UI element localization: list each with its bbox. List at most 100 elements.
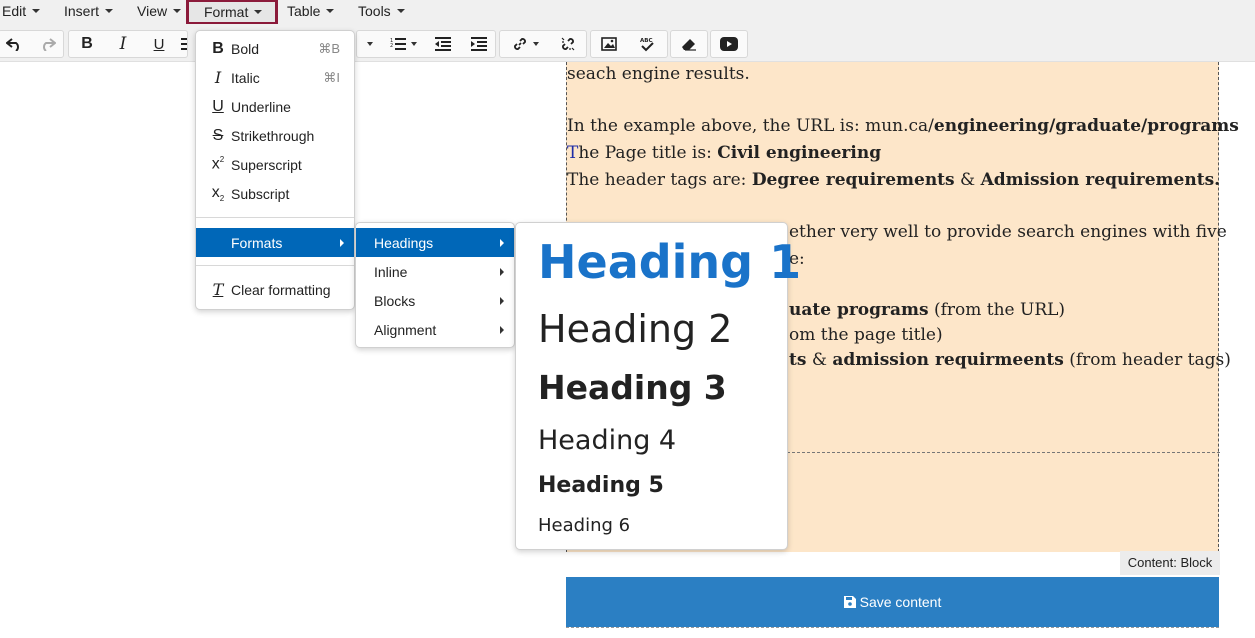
menu-table[interactable]: Table (287, 0, 335, 24)
chevron-down-icon (396, 9, 405, 14)
menu-item-heading-1[interactable]: Heading 1 (538, 235, 801, 289)
spellcheck-icon: ABC (640, 38, 654, 52)
menu-insert[interactable]: Insert (64, 0, 114, 24)
spellcheck-button[interactable]: ABC (633, 31, 661, 57)
subscript-icon: x2 (211, 183, 225, 204)
content-block-label: Content: Block (1120, 551, 1220, 575)
menu-item-heading-4[interactable]: Heading 4 (538, 425, 676, 456)
chevron-right-icon (500, 325, 504, 334)
formats-submenu: Headings Inline Blocks Alignment (355, 222, 515, 348)
strikethrough-icon: S (212, 126, 224, 144)
menu-item-underline[interactable]: U Underline (196, 92, 354, 121)
menu-item-heading-2[interactable]: Heading 2 (538, 307, 732, 351)
menu-item-clear-formatting[interactable]: T Clear formatting (196, 275, 354, 304)
link-button[interactable] (504, 31, 546, 57)
toolbar-group-video (710, 30, 748, 58)
menu-separator (196, 265, 354, 266)
redo-icon (43, 38, 56, 51)
align-icon (181, 38, 187, 50)
svg-text:ABC: ABC (640, 38, 653, 44)
eraser-button[interactable] (675, 31, 703, 57)
chevron-down-icon (173, 9, 182, 14)
save-content-button[interactable]: Save content (566, 577, 1219, 627)
outdent-button[interactable] (429, 31, 457, 57)
italic-icon: I (214, 68, 222, 87)
toolbar-group-clear (670, 30, 708, 58)
menu-item-heading-5[interactable]: Heading 5 (538, 473, 664, 498)
redo-button[interactable] (35, 31, 61, 57)
link-icon (513, 38, 526, 50)
underline-button[interactable]: U (145, 31, 173, 57)
bold-button[interactable]: B (73, 31, 101, 57)
content-line: uate programs (from the URL) (789, 300, 1066, 320)
unlink-icon (561, 37, 575, 51)
content-line: ether very well to provide search engine… (789, 222, 1227, 242)
menu-item-blocks[interactable]: Blocks (356, 286, 514, 315)
menu-view[interactable]: View (137, 0, 182, 24)
numbered-list-icon: 12 (390, 38, 406, 50)
bullet-list-dropdown[interactable] (359, 31, 375, 57)
menu-item-heading-6[interactable]: Heading 6 (538, 515, 630, 536)
content-line: seach engine results. (567, 64, 750, 84)
underline-icon: U (153, 35, 165, 53)
italic-button[interactable]: I (109, 31, 137, 57)
image-button[interactable] (595, 31, 623, 57)
chevron-down-icon (105, 9, 114, 14)
save-icon (843, 596, 856, 608)
bold-icon: B (81, 35, 93, 52)
numbered-list-button[interactable]: 12 (383, 31, 423, 57)
bullet-list-icon (366, 42, 373, 46)
menu-item-strikethrough[interactable]: S Strikethrough (196, 121, 354, 150)
unlink-button[interactable] (554, 31, 582, 57)
superscript-icon: x2 (211, 155, 225, 173)
menu-item-subscript[interactable]: x2 Subscript (196, 179, 354, 208)
toolbar-group-link (499, 30, 587, 58)
menu-format[interactable]: Format (186, 0, 279, 25)
clear-formatting-icon: T (212, 280, 224, 299)
menu-item-inline[interactable]: Inline (356, 257, 514, 286)
svg-text:2: 2 (390, 43, 393, 49)
toolbar-group-history (0, 30, 64, 58)
menu-item-superscript[interactable]: x2 Superscript (196, 150, 354, 179)
menu-item-italic[interactable]: I Italic ⌘I (196, 63, 354, 92)
chevron-down-icon (254, 10, 263, 15)
menu-edit[interactable]: Edit (2, 0, 41, 24)
content-line: In the example above, the URL is: mun.ca… (567, 116, 1239, 136)
format-menu: B Bold ⌘B I Italic ⌘I U Underline S Strikethro… (195, 30, 355, 310)
youtube-icon (720, 37, 738, 51)
menu-item-bold[interactable]: B Bold ⌘B (196, 34, 354, 63)
bold-icon: B (212, 39, 224, 57)
chevron-right-icon (500, 238, 504, 247)
eraser-icon (682, 39, 696, 51)
image-icon (601, 37, 617, 51)
undo-icon (6, 38, 19, 51)
editor-window: Edit Insert View Format Table Tools B I … (0, 0, 1255, 638)
chevron-right-icon (340, 238, 344, 247)
chevron-right-icon (500, 267, 504, 276)
menu-item-heading-3[interactable]: Heading 3 (538, 368, 727, 407)
toolbar-group-format: B I U (68, 30, 188, 58)
shortcut-label: ⌘B (318, 40, 340, 56)
menu-item-alignment[interactable]: Alignment (356, 315, 514, 344)
italic-icon: I (119, 34, 127, 54)
toolbar: B I U 12 ABC (0, 24, 1255, 62)
chevron-down-icon (326, 9, 335, 14)
indent-button[interactable] (465, 31, 493, 57)
chevron-down-icon (32, 9, 41, 14)
menu-item-headings[interactable]: Headings (356, 228, 514, 257)
menubar: Edit Insert View Format Table Tools (0, 0, 1255, 25)
content-line: ts & admission requirmeents (from header… (789, 350, 1231, 370)
content-line: The header tags are: Degree requirements… (567, 170, 1221, 190)
menu-item-formats[interactable]: Formats (196, 228, 354, 257)
menu-separator (196, 217, 354, 218)
save-content-label: Save content (859, 594, 942, 610)
indent-icon (471, 37, 487, 51)
shortcut-label: ⌘I (323, 69, 340, 85)
chevron-right-icon (500, 296, 504, 305)
menu-tools[interactable]: Tools (358, 0, 405, 24)
align-button[interactable] (179, 31, 189, 57)
toolbar-group-lists: 12 (356, 30, 496, 58)
content-line: om the page title) (789, 325, 943, 345)
youtube-button[interactable] (715, 31, 743, 57)
undo-button[interactable] (1, 31, 27, 57)
